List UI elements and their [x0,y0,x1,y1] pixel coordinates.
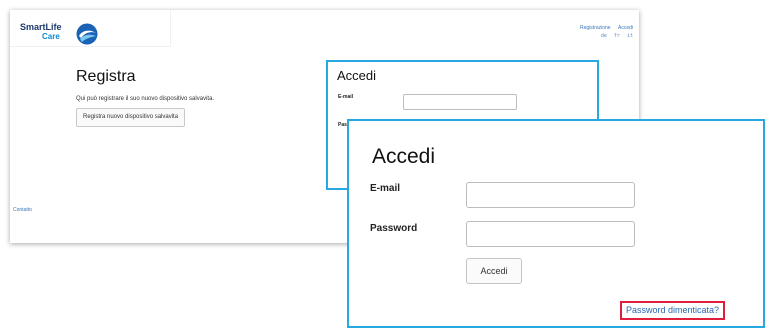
lang-link-de[interactable]: de [601,33,607,39]
forgot-password-link[interactable]: Password dimenticata? [620,301,726,320]
login-box-email-label: E-mail [338,94,354,100]
register-description: Qui può registrare il suo nuovo disposit… [76,96,215,102]
logo-text-care: Care [42,32,60,41]
logo-area: SmartLife Care [10,10,171,47]
logo-swirl-icon [76,23,98,45]
lang-link-fr[interactable]: fr [614,33,620,39]
login-panel-zoomed: Accedi E-mail Password Accedi Password d… [347,119,765,328]
email-label: E-mail [370,183,401,194]
login-box-title: Accedi [337,68,377,83]
top-nav: Registrazione Accedi de fr it [574,24,633,40]
register-title: Registra [76,68,136,85]
lang-link-it[interactable]: it [627,33,633,39]
login-submit-button[interactable]: Accedi [466,258,522,284]
password-field[interactable] [466,221,635,247]
footer-link-contatto[interactable]: Contatto [13,207,32,213]
language-switcher: de fr it [574,32,633,40]
login-box-email-input[interactable] [403,94,517,110]
password-label: Password [370,223,418,234]
nav-link-accedi[interactable]: Accedi [618,25,633,31]
register-device-button[interactable]: Registra nuovo dispositivo salvavita [76,108,186,127]
logo-text-smartlife: SmartLife [20,22,62,32]
email-field[interactable] [466,182,635,208]
login-box-password-label: Pas [338,122,347,128]
login-title: Accedi [372,145,436,168]
smartlife-care-logo[interactable]: SmartLife Care [20,22,110,50]
nav-link-registrazione[interactable]: Registrazione [580,25,611,31]
screenshot-stage: SmartLife Care Registrazione Accedi de f… [0,0,769,331]
